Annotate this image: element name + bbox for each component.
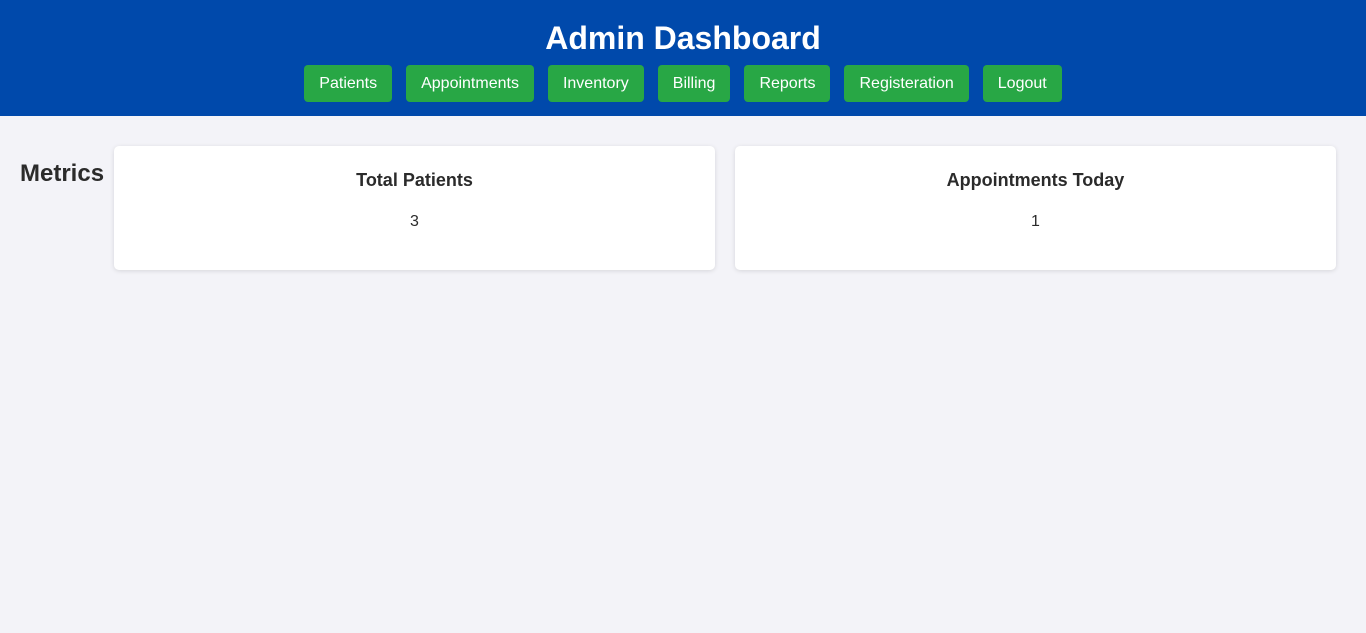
page-title: Admin Dashboard (545, 20, 821, 56)
nav-inventory-button[interactable]: Inventory (547, 65, 644, 102)
appointments-today-card: Appointments Today 1 (735, 146, 1336, 270)
card-value: 3 (410, 213, 419, 230)
nav-registration-button[interactable]: Registeration (844, 65, 969, 102)
main-content: Metrics Total Patients 3 Appointments To… (0, 116, 1366, 633)
card-value: 1 (1031, 213, 1040, 230)
nav-reports-button[interactable]: Reports (744, 65, 831, 102)
nav-billing-button[interactable]: Billing (657, 65, 731, 102)
card-title: Total Patients (356, 170, 473, 190)
card-title: Appointments Today (946, 170, 1125, 190)
nav-patients-button[interactable]: Patients (304, 65, 393, 102)
nav-appointments-button[interactable]: Appointments (406, 65, 534, 102)
metrics-heading: Metrics (20, 160, 105, 187)
nav-logout-button[interactable]: Logout (982, 65, 1062, 102)
dashboard-header: Admin Dashboard Patients Appointments In… (0, 0, 1366, 116)
total-patients-card: Total Patients 3 (114, 146, 715, 270)
main-nav: Patients Appointments Inventory Billing … (0, 65, 1366, 102)
